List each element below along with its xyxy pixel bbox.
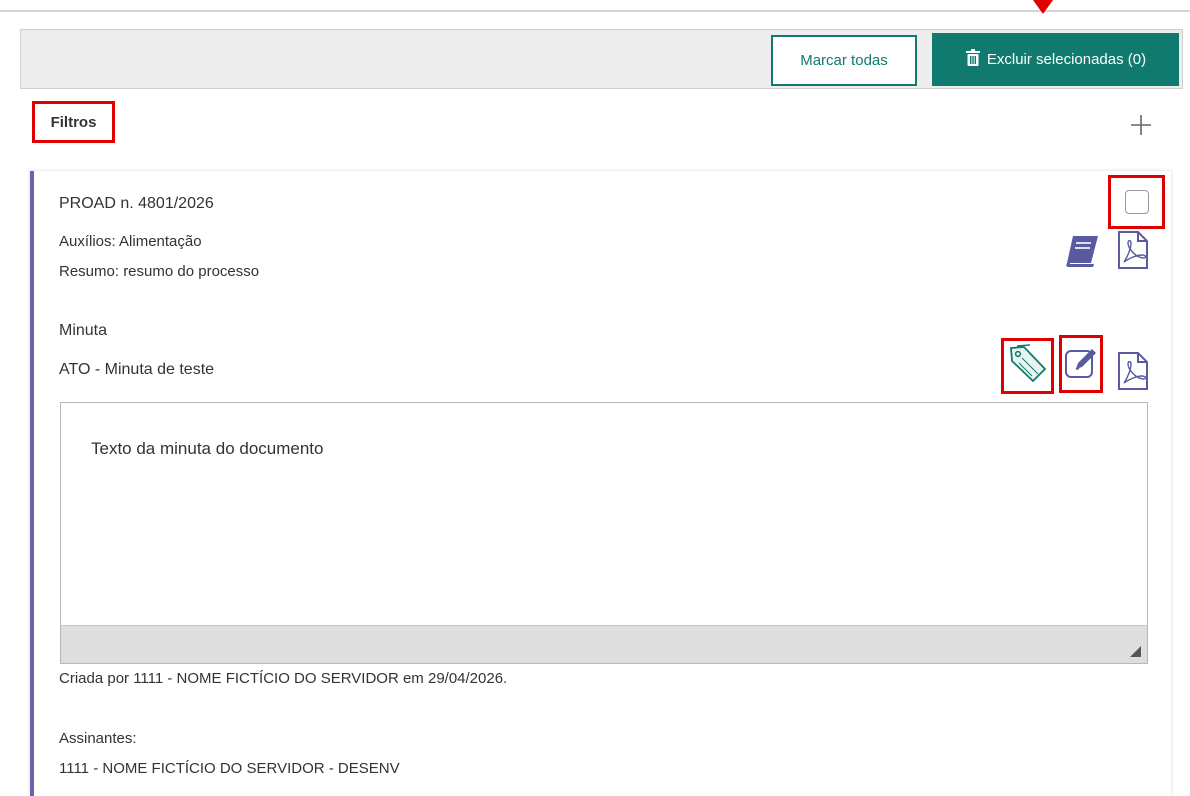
resize-handle-icon[interactable]	[1130, 646, 1141, 657]
filters-label: Filtros	[50, 113, 97, 131]
edit-icon	[1063, 344, 1099, 385]
mark-all-label: Marcar todas	[800, 52, 888, 69]
process-number: PROAD n. 4801/2026	[59, 195, 214, 212]
document-text: Texto da minuta do documento	[91, 439, 324, 458]
book-icon[interactable]	[1063, 233, 1103, 269]
action-toolbar: Marcar todas Excluir selecionadas (0)	[20, 29, 1183, 89]
process-card: PROAD n. 4801/2026 Auxílios: Alimentação…	[30, 171, 1171, 796]
signer-text: 1111 - NOME FICTÍCIO DO SERVIDOR - DESEN…	[59, 760, 400, 777]
auxilios-text: Auxílios: Alimentação	[59, 233, 202, 250]
top-divider	[0, 10, 1190, 12]
plus-icon[interactable]	[1130, 114, 1152, 136]
pdf-icon[interactable]	[1116, 230, 1150, 270]
delete-selected-label: Excluir selecionadas (0)	[986, 51, 1147, 68]
created-by-text: Criada por 1111 - NOME FICTÍCIO DO SERVI…	[59, 670, 508, 687]
document-title: ATO - Minuta de teste	[59, 361, 215, 378]
select-card-checkbox-frame[interactable]	[1108, 175, 1165, 229]
section-title: Minuta	[59, 322, 108, 339]
pdf-icon[interactable]	[1116, 351, 1150, 391]
delete-selected-button[interactable]: Excluir selecionadas (0)	[932, 33, 1179, 86]
arrow-indicator	[1033, 0, 1053, 14]
resumo-text: Resumo: resumo do processo	[59, 263, 260, 280]
document-text-area[interactable]: Texto da minuta do documento	[60, 402, 1148, 664]
mark-all-button[interactable]: Marcar todas	[771, 35, 917, 86]
tags-button[interactable]	[1001, 338, 1054, 394]
filters-toggle[interactable]: Filtros	[32, 101, 115, 143]
signers-label: Assinantes:	[59, 730, 137, 747]
select-card-checkbox[interactable]	[1124, 190, 1149, 214]
textarea-statusbar	[61, 625, 1147, 663]
edit-button[interactable]	[1059, 335, 1103, 393]
tags-icon	[1008, 343, 1048, 389]
trash-icon	[965, 49, 981, 70]
